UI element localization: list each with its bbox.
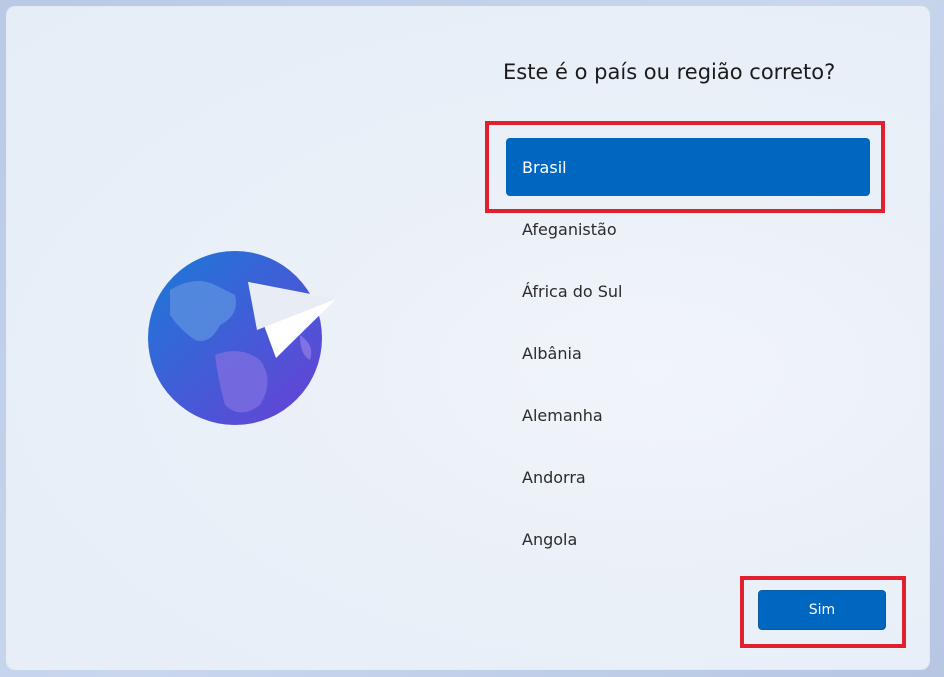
country-option-africa-do-sul[interactable]: África do Sul bbox=[506, 262, 870, 320]
country-option-angola[interactable]: Angola bbox=[506, 510, 870, 568]
country-label: Afeganistão bbox=[522, 219, 617, 239]
country-label: África do Sul bbox=[522, 281, 623, 301]
highlight-box-selected-country bbox=[485, 121, 885, 213]
country-label: Albânia bbox=[522, 343, 582, 363]
country-label: Andorra bbox=[522, 467, 586, 487]
highlight-box-sim-button bbox=[740, 576, 906, 648]
country-option-alemanha[interactable]: Alemanha bbox=[506, 386, 870, 444]
country-label: Angola bbox=[522, 529, 578, 549]
globe-paper-plane-icon bbox=[148, 251, 336, 425]
country-option-albania[interactable]: Albânia bbox=[506, 324, 870, 382]
country-option-andorra[interactable]: Andorra bbox=[506, 448, 870, 506]
page-title: Este é o país ou região correto? bbox=[503, 60, 836, 84]
country-label: Alemanha bbox=[522, 405, 603, 425]
